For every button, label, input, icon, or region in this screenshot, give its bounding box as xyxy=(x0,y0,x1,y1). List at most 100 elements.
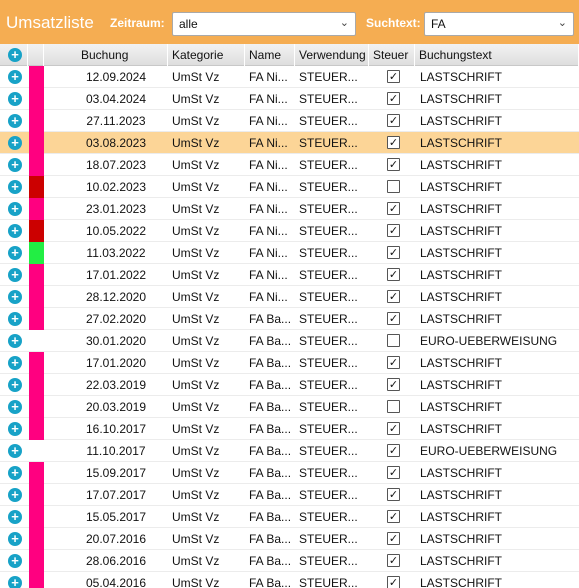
add-cell[interactable]: + xyxy=(0,88,28,110)
plus-circle-icon[interactable]: + xyxy=(8,48,22,62)
add-cell[interactable]: + xyxy=(0,462,28,484)
plus-circle-icon[interactable]: + xyxy=(8,312,22,326)
table-row[interactable]: +20.07.2016 UmSt Vz FA Ba... STEUER... ✓ LAST… xyxy=(0,528,579,550)
table-row[interactable]: +17.01.2020 UmSt Vz FA Ba... STEUER... ✓ LAST… xyxy=(0,352,579,374)
add-cell[interactable]: + xyxy=(0,440,28,462)
add-cell[interactable]: + xyxy=(0,154,28,176)
table-row[interactable]: +28.12.2020 UmSt Vz FA Ni... STEUER... ✓ LAST… xyxy=(0,286,579,308)
suchtext-select[interactable]: FA ⌄ xyxy=(424,12,574,36)
plus-circle-icon[interactable]: + xyxy=(8,510,22,524)
plus-circle-icon[interactable]: + xyxy=(8,136,22,150)
checkbox-icon[interactable]: ✓ xyxy=(387,202,400,215)
add-cell[interactable]: + xyxy=(0,418,28,440)
add-cell[interactable]: + xyxy=(0,374,28,396)
table-row[interactable]: +12.09.2024 UmSt Vz FA Ni... STEUER... ✓ LAST… xyxy=(0,66,579,88)
plus-circle-icon[interactable]: + xyxy=(8,444,22,458)
zeitraum-select[interactable]: alle ⌄ xyxy=(172,12,356,36)
plus-circle-icon[interactable]: + xyxy=(8,224,22,238)
checkbox-icon[interactable]: ✓ xyxy=(387,378,400,391)
checkbox-icon[interactable]: ✓ xyxy=(387,268,400,281)
plus-circle-icon[interactable]: + xyxy=(8,202,22,216)
checkbox-icon[interactable] xyxy=(387,400,400,413)
plus-circle-icon[interactable]: + xyxy=(8,92,22,106)
table-row[interactable]: +30.01.2020 UmSt Vz FA Ba... STEUER... EURO-… xyxy=(0,330,579,352)
table-row[interactable]: +15.09.2017 UmSt Vz FA Ba... STEUER... ✓ LAST… xyxy=(0,462,579,484)
add-cell[interactable]: + xyxy=(0,506,28,528)
plus-circle-icon[interactable]: + xyxy=(8,554,22,568)
add-cell[interactable]: + xyxy=(0,484,28,506)
checkbox-icon[interactable]: ✓ xyxy=(387,158,400,171)
plus-circle-icon[interactable]: + xyxy=(8,180,22,194)
plus-circle-icon[interactable]: + xyxy=(8,532,22,546)
add-cell[interactable]: + xyxy=(0,176,28,198)
checkbox-icon[interactable]: ✓ xyxy=(387,70,400,83)
table-row[interactable]: +17.07.2017 UmSt Vz FA Ba... STEUER... ✓ LAST… xyxy=(0,484,579,506)
checkbox-icon[interactable]: ✓ xyxy=(387,488,400,501)
table-row[interactable]: +18.07.2023 UmSt Vz FA Ni... STEUER... ✓ LAST… xyxy=(0,154,579,176)
table-row[interactable]: +10.05.2022 UmSt Vz FA Ni... STEUER... ✓ LAST… xyxy=(0,220,579,242)
table-row[interactable]: +03.04.2024 UmSt Vz FA Ni... STEUER... ✓ LAST… xyxy=(0,88,579,110)
plus-circle-icon[interactable]: + xyxy=(8,158,22,172)
add-cell[interactable]: + xyxy=(0,242,28,264)
header-add-cell[interactable]: + xyxy=(0,44,28,66)
checkbox-icon[interactable]: ✓ xyxy=(387,246,400,259)
table-row[interactable]: +16.10.2017 UmSt Vz FA Ba... STEUER... ✓ LAST… xyxy=(0,418,579,440)
header-kategorie[interactable]: Kategorie xyxy=(168,44,245,66)
table-row[interactable]: +05.04.2016 UmSt Vz FA Ba... STEUER... ✓ LAST… xyxy=(0,572,579,588)
checkbox-icon[interactable]: ✓ xyxy=(387,224,400,237)
checkbox-icon[interactable]: ✓ xyxy=(387,554,400,567)
plus-circle-icon[interactable]: + xyxy=(8,422,22,436)
table-row[interactable]: +20.03.2019 UmSt Vz FA Ba... STEUER... LASTS… xyxy=(0,396,579,418)
header-steuer[interactable]: Steuer xyxy=(369,44,415,66)
checkbox-icon[interactable]: ✓ xyxy=(387,532,400,545)
table-row[interactable]: +22.03.2019 UmSt Vz FA Ba... STEUER... ✓ LAST… xyxy=(0,374,579,396)
table-row[interactable]: +17.01.2022 UmSt Vz FA Ni... STEUER... ✓ LAST… xyxy=(0,264,579,286)
add-cell[interactable]: + xyxy=(0,286,28,308)
checkbox-icon[interactable]: ✓ xyxy=(387,290,400,303)
add-cell[interactable]: + xyxy=(0,308,28,330)
checkbox-icon[interactable] xyxy=(387,180,400,193)
checkbox-icon[interactable]: ✓ xyxy=(387,466,400,479)
table-row[interactable]: +11.03.2022 UmSt Vz FA Ni... STEUER... ✓ LAST… xyxy=(0,242,579,264)
table-row[interactable]: +23.01.2023 UmSt Vz FA Ni... STEUER... ✓ LAST… xyxy=(0,198,579,220)
table-row[interactable]: +03.08.2023 UmSt Vz FA Ni... STEUER... ✓ LAST… xyxy=(0,132,579,154)
add-cell[interactable]: + xyxy=(0,110,28,132)
checkbox-icon[interactable]: ✓ xyxy=(387,510,400,523)
plus-circle-icon[interactable]: + xyxy=(8,356,22,370)
checkbox-icon[interactable]: ✓ xyxy=(387,444,400,457)
add-cell[interactable]: + xyxy=(0,132,28,154)
checkbox-icon[interactable]: ✓ xyxy=(387,136,400,149)
plus-circle-icon[interactable]: + xyxy=(8,114,22,128)
plus-circle-icon[interactable]: + xyxy=(8,246,22,260)
add-cell[interactable]: + xyxy=(0,330,28,352)
add-cell[interactable]: + xyxy=(0,264,28,286)
table-row[interactable]: +27.02.2020 UmSt Vz FA Ba... STEUER... ✓ LAST… xyxy=(0,308,579,330)
add-cell[interactable]: + xyxy=(0,572,28,588)
table-row[interactable]: +15.05.2017 UmSt Vz FA Ba... STEUER... ✓ LAST… xyxy=(0,506,579,528)
table-row[interactable]: +11.10.2017 UmSt Vz FA Ba... STEUER... ✓ EURO… xyxy=(0,440,579,462)
add-cell[interactable]: + xyxy=(0,396,28,418)
checkbox-icon[interactable]: ✓ xyxy=(387,356,400,369)
add-cell[interactable]: + xyxy=(0,66,28,88)
checkbox-icon[interactable]: ✓ xyxy=(387,114,400,127)
plus-circle-icon[interactable]: + xyxy=(8,290,22,304)
checkbox-icon[interactable]: ✓ xyxy=(387,576,400,588)
header-buchungstext[interactable]: Buchungstext xyxy=(415,44,579,66)
header-buchung[interactable]: Buchung xyxy=(44,44,168,66)
plus-circle-icon[interactable]: + xyxy=(8,378,22,392)
add-cell[interactable]: + xyxy=(0,550,28,572)
plus-circle-icon[interactable]: + xyxy=(8,334,22,348)
add-cell[interactable]: + xyxy=(0,198,28,220)
plus-circle-icon[interactable]: + xyxy=(8,488,22,502)
checkbox-icon[interactable]: ✓ xyxy=(387,422,400,435)
add-cell[interactable]: + xyxy=(0,352,28,374)
table-row[interactable]: +10.02.2023 UmSt Vz FA Ni... STEUER... LASTS… xyxy=(0,176,579,198)
plus-circle-icon[interactable]: + xyxy=(8,70,22,84)
table-row[interactable]: +28.06.2016 UmSt Vz FA Ba... STEUER... ✓ LAST… xyxy=(0,550,579,572)
plus-circle-icon[interactable]: + xyxy=(8,466,22,480)
header-verwendung[interactable]: Verwendung xyxy=(295,44,369,66)
plus-circle-icon[interactable]: + xyxy=(8,576,22,588)
checkbox-icon[interactable] xyxy=(387,334,400,347)
plus-circle-icon[interactable]: + xyxy=(8,268,22,282)
plus-circle-icon[interactable]: + xyxy=(8,400,22,414)
